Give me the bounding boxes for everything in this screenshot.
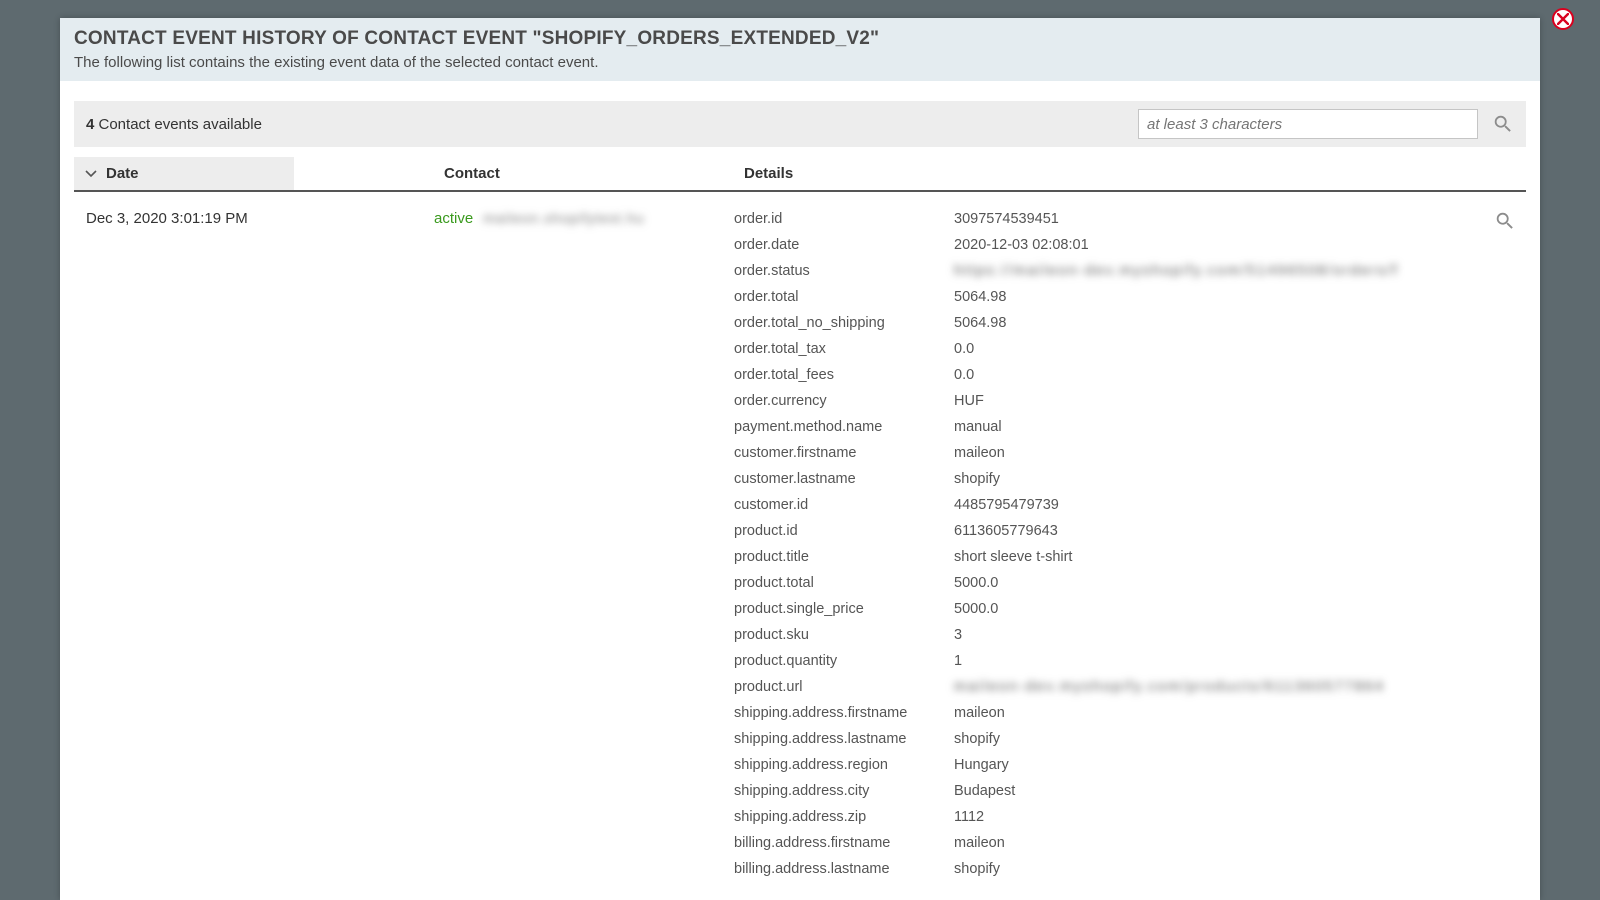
detail-key: customer.lastname [734,466,954,492]
detail-key: billing.address.firstname [734,830,954,856]
detail-value: 5064.98 [954,310,1526,336]
detail-key: product.total [734,570,954,596]
modal-dialog: CONTACT EVENT HISTORY OF CONTACT EVENT "… [60,18,1540,900]
detail-value: 3 [954,622,1526,648]
row-search-button[interactable] [1494,210,1516,232]
column-header-contact: Contact [434,157,734,190]
detail-key: shipping.address.zip [734,804,954,830]
details-keys: order.idorder.dateorder.statusorder.tota… [734,206,954,882]
detail-value: HUF [954,388,1526,414]
details-values: 30975745394512020-12-03 02:08:01https://… [954,206,1526,882]
detail-value: manual [954,414,1526,440]
table-header: Date Contact Details [74,157,1526,192]
detail-value: short sleeve t-shirt [954,544,1526,570]
detail-key: billing.address.lastname [734,856,954,882]
detail-value: 2020-12-03 02:08:01 [954,232,1526,258]
detail-key: payment.method.name [734,414,954,440]
detail-key: order.total_fees [734,362,954,388]
detail-value: https://maileon-dev.myshopify.com/514965… [954,258,1526,284]
detail-value: shopify [954,856,1526,882]
detail-key: product.id [734,518,954,544]
column-header-details: Details [734,157,1526,190]
detail-key: customer.firstname [734,440,954,466]
detail-value: 0.0 [954,362,1526,388]
detail-value: Hungary [954,752,1526,778]
detail-value: 5000.0 [954,596,1526,622]
search-button[interactable] [1492,113,1514,135]
column-header-date[interactable]: Date [74,157,294,190]
detail-value: maileon [954,830,1526,856]
detail-key: product.title [734,544,954,570]
detail-key: order.total_no_shipping [734,310,954,336]
detail-key: product.sku [734,622,954,648]
detail-value: maileon [954,440,1526,466]
chevron-down-icon [84,167,98,181]
detail-key: order.total [734,284,954,310]
detail-value: 5064.98 [954,284,1526,310]
detail-key: order.date [734,232,954,258]
detail-key: shipping.address.firstname [734,700,954,726]
close-button[interactable] [1552,8,1574,30]
modal-title: CONTACT EVENT HISTORY OF CONTACT EVENT "… [74,28,1526,50]
detail-value: 6113605779643 [954,518,1526,544]
contact-email: maileon.shopifytest.hu [483,210,644,226]
modal-subtitle: The following list contains the existing… [74,54,1526,71]
detail-value: shopify [954,726,1526,752]
detail-key: shipping.address.region [734,752,954,778]
modal-header: CONTACT EVENT HISTORY OF CONTACT EVENT "… [60,18,1540,81]
detail-key: shipping.address.lastname [734,726,954,752]
detail-value: Budapest [954,778,1526,804]
search-icon [1494,210,1516,232]
detail-value: 0.0 [954,336,1526,362]
detail-value: 1 [954,648,1526,674]
toolbar: 4 Contact events available [74,101,1526,147]
detail-key: product.single_price [734,596,954,622]
detail-key: order.id [734,206,954,232]
close-icon [1557,13,1569,25]
detail-key: order.status [734,258,954,284]
detail-value: maileon-dev.myshopify.com/products/61136… [954,674,1526,700]
detail-key: order.total_tax [734,336,954,362]
search-input[interactable] [1138,109,1478,139]
detail-key: customer.id [734,492,954,518]
detail-value: 4485795479739 [954,492,1526,518]
detail-value: 5000.0 [954,570,1526,596]
detail-key: product.url [734,674,954,700]
detail-key: order.currency [734,388,954,414]
table-row: Dec 3, 2020 3:01:19 PM active maileon.sh… [74,192,1526,882]
event-date: Dec 3, 2020 3:01:19 PM [74,206,434,882]
detail-value: 1112 [954,804,1526,830]
event-count: 4 Contact events available [86,116,262,133]
detail-key: product.quantity [734,648,954,674]
column-header-date-label: Date [106,165,139,182]
detail-value: shopify [954,466,1526,492]
detail-value: 3097574539451 [954,206,1526,232]
event-count-text: Contact events available [94,116,262,133]
detail-value: maileon [954,700,1526,726]
detail-key: shipping.address.city [734,778,954,804]
search-icon [1492,113,1514,135]
status-badge: active [434,210,473,227]
